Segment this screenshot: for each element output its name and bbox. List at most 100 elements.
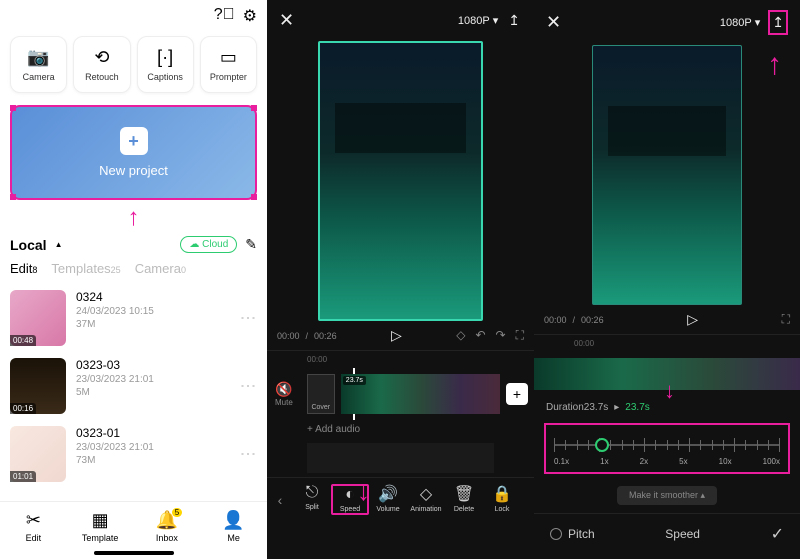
delete-icon: 🗑 [454,484,474,504]
speed-slider[interactable] [554,435,780,455]
captions-button[interactable]: [·]Captions [137,36,194,93]
play-icon[interactable]: ▷ [610,311,776,328]
tab-edit[interactable]: Edit8 [10,261,37,276]
annotation-arrow-icon: ↓ [357,476,370,507]
local-section-label[interactable]: Local [10,237,47,253]
speed-icon: ◐ [345,486,355,504]
more-icon[interactable]: ⋮ [238,310,257,326]
app-home-panel: ?⃝ ⚙ 📷Camera⟲Retouch[·]Captions▭Prompter… [0,0,267,559]
cover-button[interactable]: Cover [307,374,335,414]
project-item[interactable]: 01:010323-0123/03/2023 21:0173M⋮ [0,420,267,488]
slider-thumb[interactable] [595,438,609,452]
camera-icon: 📷 [27,47,49,68]
redo-icon[interactable]: ↷ [496,328,506,343]
annotation-arrow-icon: ↓ [664,378,675,404]
volume-icon: 🔊 [378,484,398,504]
export-icon[interactable]: ↥ [768,10,788,35]
close-icon[interactable]: ✕ [546,12,561,33]
project-thumbnail: 01:01 [10,426,66,482]
chevron-up-icon: ▴ [701,490,706,500]
cloud-button[interactable]: ☁ Cloud [180,236,237,253]
resolution-button[interactable]: 1080P ▾ [720,16,760,29]
speaker-off-icon: 🔇 [275,381,292,398]
tab-camera[interactable]: Camera0 [135,261,186,276]
project-item[interactable]: 00:48032424/03/2023 10:1537M⋮ [0,284,267,352]
nav-edit[interactable]: ✂Edit [0,510,67,543]
speed-mark: 100x [763,457,780,466]
gear-icon[interactable]: ⚙ [243,6,257,26]
empty-track[interactable] [307,443,494,473]
make-smoother-button[interactable]: Make it smoother ▴ [617,486,717,505]
animation-tool[interactable]: ◇Animation [407,484,445,515]
arrow-right-icon: ▸ [614,402,619,413]
total-time: 00:26 [581,315,604,325]
undo-icon[interactable]: ↶ [475,328,485,343]
help-icon[interactable]: ?⃝ [214,6,235,26]
export-icon[interactable]: ↥ [506,10,522,31]
new-project-label: New project [99,163,168,178]
current-time: 00:00 [544,315,567,325]
add-clip-button[interactable]: + [506,383,528,405]
more-icon[interactable]: ⋮ [238,378,257,394]
camera-button[interactable]: 📷Camera [10,36,67,93]
retouch-button[interactable]: ⟲Retouch [73,36,130,93]
pitch-toggle[interactable]: Pitch [550,527,595,541]
badge: 5 [172,508,182,517]
video-preview[interactable] [318,41,483,321]
home-indicator [94,551,174,555]
project-thumbnail: 00:48 [10,290,66,346]
volume-tool[interactable]: 🔊Volume [369,484,407,515]
new-duration: 23.7s [625,402,649,413]
current-time: 00:00 [277,331,300,341]
me-icon: 👤 [222,510,244,531]
confirm-icon[interactable]: ✓ [771,524,784,544]
animation-icon: ◇ [420,484,432,504]
duration-label: Duration23.7s [546,402,608,413]
tab-templates[interactable]: Templates25 [51,261,120,276]
plus-icon: + [120,127,148,155]
more-icon[interactable]: ⋮ [238,446,257,462]
retouch-icon: ⟲ [94,47,109,68]
prompter-icon: ▭ [220,47,237,68]
editor-panel: ✕ 1080P ▾ ↥ 00:00 / 00:26 ▷ ◇ ↶ ↷ ⛶ 00:0… [267,0,534,559]
speed-title: Speed [595,527,771,541]
speed-mark: 2x [640,457,648,466]
prompter-button[interactable]: ▭Prompter [200,36,257,93]
edit-icon: ✂ [26,510,41,531]
new-project-button[interactable]: + New project [10,105,257,200]
project-item[interactable]: 00:160323-0323/03/2023 21:015M⋮ [0,352,267,420]
delete-tool[interactable]: 🗑Delete [445,484,483,515]
mute-button[interactable]: 🔇Mute [267,381,301,407]
lock-icon: 🔒 [492,484,512,504]
timeline-ruler[interactable]: 00:00 [267,350,534,368]
speed-mark: 10x [719,457,732,466]
speed-panel: ✕ 1080P ▾ ↥ ↑ 00:00 / 00:26 ▷ ⛶ 00:00 Du… [534,0,800,559]
fullscreen-icon[interactable]: ⛶ [516,328,524,343]
resolution-button[interactable]: 1080P ▾ [458,14,498,27]
nav-inbox[interactable]: 🔔Inbox5 [134,510,201,543]
nav-template[interactable]: ▦Template [67,510,134,543]
video-preview[interactable] [592,45,742,305]
play-icon[interactable]: ▷ [343,327,451,344]
video-clip[interactable]: 23.7s [341,374,500,414]
back-icon[interactable]: ‹ [267,484,293,515]
captions-icon: [·] [157,47,173,68]
timeline-ruler[interactable]: 00:00 [534,334,800,352]
radio-icon [550,528,562,540]
add-audio-button[interactable]: + Add audio [267,420,534,439]
speed-slider-box: 0.1x1x2x5x10x100x [544,423,790,474]
split-tool[interactable]: ⎋Split [293,484,331,515]
close-icon[interactable]: ✕ [279,10,294,31]
keyframe-icon[interactable]: ◇ [456,328,465,343]
nav-me[interactable]: 👤Me [200,510,267,543]
speed-mark: 5x [679,457,687,466]
project-thumbnail: 00:16 [10,358,66,414]
pencil-icon[interactable]: ✎ [245,236,257,253]
split-icon: ⎋ [306,484,319,502]
speed-mark: 1x [600,457,608,466]
fullscreen-icon[interactable]: ⛶ [782,312,790,327]
annotation-arrow-icon: ↑ [0,204,267,232]
chevron-down-icon: ▾ [493,14,499,27]
lock-tool[interactable]: 🔒Lock [483,484,521,515]
annotation-arrow-icon: ↑ [767,48,782,82]
